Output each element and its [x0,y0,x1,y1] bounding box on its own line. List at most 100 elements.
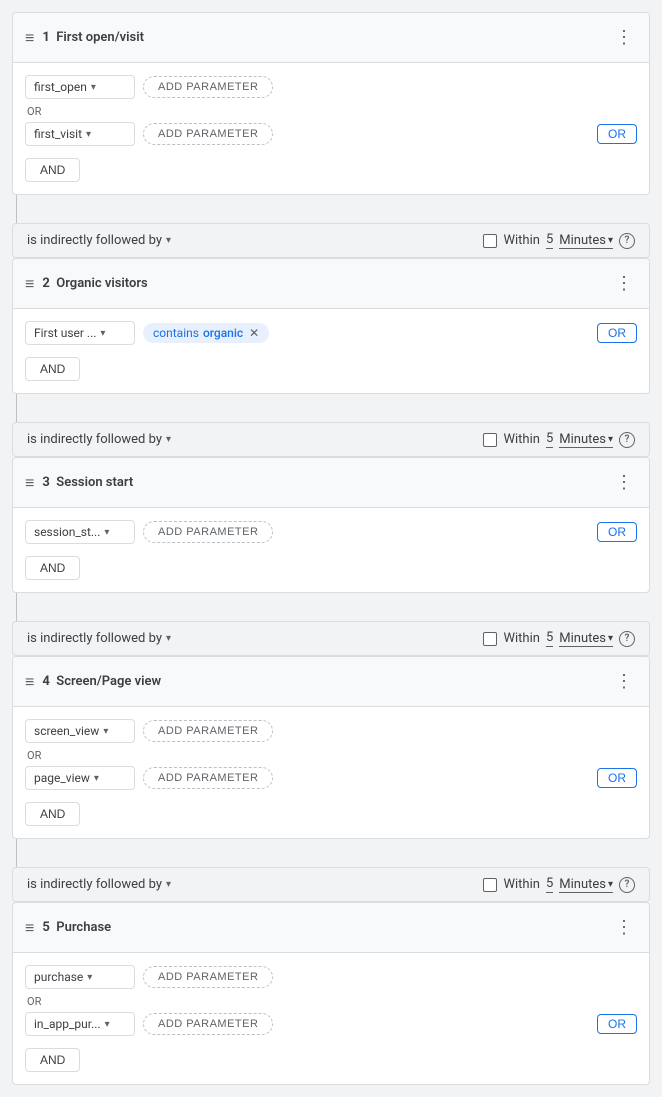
between-block-1: is indirectly followed by ▾ Within 5 Min… [12,223,650,258]
purchase-dropdown[interactable]: purchase ▾ [25,965,135,989]
step-1-header: ≡ 1 First open/visit ⋮ [13,13,649,63]
chevron-down-icon: ▾ [87,972,92,983]
and-button-4[interactable]: AND [25,802,80,826]
add-param-btn-1b[interactable]: ADD PARAMETER [143,123,273,145]
step-1-body: first_open ▾ ADD PARAMETER OR first_visi… [13,63,649,194]
add-param-btn-1a[interactable]: ADD PARAMETER [143,76,273,98]
connector-line-3 [16,593,17,621]
chevron-down-icon: ▾ [94,773,99,784]
within-checkbox-2[interactable] [483,433,497,447]
step-block-3: ≡ 3 Session start ⋮ session_st... ▾ ADD … [12,457,650,593]
within-unit-3[interactable]: Minutes ▾ [559,631,613,647]
between-block-4: is indirectly followed by ▾ Within 5 Min… [12,867,650,902]
screen-view-dropdown[interactable]: screen_view ▾ [25,719,135,743]
event-row-session: session_st... ▾ ADD PARAMETER OR [25,520,637,544]
step-3-header: ≡ 3 Session start ⋮ [13,458,649,508]
connector-wrapper-4 [0,839,662,867]
step-2-more-icon[interactable]: ⋮ [611,269,637,298]
event-row-first-visit: first_visit ▾ ADD PARAMETER OR [25,122,637,146]
chevron-down-icon: ▾ [608,879,613,890]
chevron-down-icon: ▾ [103,726,108,737]
and-button-3[interactable]: AND [25,556,80,580]
first-open-dropdown[interactable]: first_open ▾ [25,75,135,99]
within-unit-2[interactable]: Minutes ▾ [559,432,613,448]
add-param-btn-5a[interactable]: ADD PARAMETER [143,966,273,988]
within-number-1: 5 [546,232,553,249]
step-block-4: ≡ 4 Screen/Page view ⋮ screen_view ▾ ADD… [12,656,650,839]
within-checkbox-4[interactable] [483,878,497,892]
between-block-2: is indirectly followed by ▾ Within 5 Min… [12,422,650,457]
chevron-down-icon: ▾ [608,434,613,445]
in-app-purchase-dropdown[interactable]: in_app_pur... ▾ [25,1012,135,1036]
chevron-down-icon: ▾ [166,633,171,644]
connector-line-4 [16,839,17,867]
chevron-down-icon: ▾ [104,527,109,538]
and-button-2[interactable]: AND [25,357,80,381]
step-1-more-icon[interactable]: ⋮ [611,23,637,52]
help-icon-3[interactable]: ? [619,631,635,647]
help-icon-1[interactable]: ? [619,233,635,249]
contains-chip: contains organic ✕ [143,323,269,343]
within-section-1: Within 5 Minutes ▾ ? [483,232,635,249]
event-row-in-app-purchase: in_app_pur... ▾ ADD PARAMETER OR [25,1012,637,1036]
or-button-1[interactable]: OR [597,124,637,144]
within-unit-1[interactable]: Minutes ▾ [559,233,613,249]
add-param-btn-5b[interactable]: ADD PARAMETER [143,1013,273,1035]
connector-line-2 [16,394,17,422]
within-label-4: Within [503,877,539,892]
within-label-1: Within [503,233,539,248]
within-number-4: 5 [546,876,553,893]
step-3-title: 3 Session start [42,475,611,490]
add-param-btn-4b[interactable]: ADD PARAMETER [143,767,273,789]
or-button-4[interactable]: OR [597,768,637,788]
or-button-2[interactable]: OR [597,323,637,343]
event-row-screen-view: screen_view ▾ ADD PARAMETER [25,719,637,743]
help-icon-4[interactable]: ? [619,877,635,893]
chip-close-icon[interactable]: ✕ [249,326,259,340]
between-dropdown-4[interactable]: is indirectly followed by ▾ [27,877,171,892]
or-button-5[interactable]: OR [597,1014,637,1034]
step-block-5: ≡ 5 Purchase ⋮ purchase ▾ ADD PARAMETER … [12,902,650,1085]
within-section-3: Within 5 Minutes ▾ ? [483,630,635,647]
connector-wrapper-1 [0,195,662,223]
drag-icon: ≡ [25,274,34,294]
within-label-2: Within [503,432,539,447]
and-button-1[interactable]: AND [25,158,80,182]
step-3-body: session_st... ▾ ADD PARAMETER OR AND [13,508,649,592]
step-5-header: ≡ 5 Purchase ⋮ [13,903,649,953]
drag-icon: ≡ [25,672,34,692]
step-5-more-icon[interactable]: ⋮ [611,913,637,942]
event-row-purchase: purchase ▾ ADD PARAMETER [25,965,637,989]
and-button-5[interactable]: AND [25,1048,80,1072]
or-button-3[interactable]: OR [597,522,637,542]
step-block-2: ≡ 2 Organic visitors ⋮ First user ... ▾ … [12,258,650,394]
between-dropdown-2[interactable]: is indirectly followed by ▾ [27,432,171,447]
session-dropdown[interactable]: session_st... ▾ [25,520,135,544]
chevron-down-icon: ▾ [166,879,171,890]
or-label-5: OR [25,995,637,1008]
within-unit-4[interactable]: Minutes ▾ [559,877,613,893]
between-dropdown-1[interactable]: is indirectly followed by ▾ [27,233,171,248]
first-visit-dropdown[interactable]: first_visit ▾ [25,122,135,146]
step-1-title: 1 First open/visit [42,30,611,45]
within-section-2: Within 5 Minutes ▾ ? [483,431,635,448]
add-param-btn-4a[interactable]: ADD PARAMETER [143,720,273,742]
add-param-btn-3[interactable]: ADD PARAMETER [143,521,273,543]
chevron-down-icon: ▾ [166,235,171,246]
within-checkbox-1[interactable] [483,234,497,248]
step-3-more-icon[interactable]: ⋮ [611,468,637,497]
between-dropdown-3[interactable]: is indirectly followed by ▾ [27,631,171,646]
within-section-4: Within 5 Minutes ▾ ? [483,876,635,893]
step-4-title: 4 Screen/Page view [42,674,611,689]
first-user-dropdown[interactable]: First user ... ▾ [25,321,135,345]
step-4-more-icon[interactable]: ⋮ [611,667,637,696]
chevron-down-icon: ▾ [100,328,105,339]
step-2-header: ≡ 2 Organic visitors ⋮ [13,259,649,309]
between-block-3: is indirectly followed by ▾ Within 5 Min… [12,621,650,656]
drag-icon: ≡ [25,28,34,48]
or-label-1: OR [25,105,637,118]
within-checkbox-3[interactable] [483,632,497,646]
page-view-dropdown[interactable]: page_view ▾ [25,766,135,790]
step-4-body: screen_view ▾ ADD PARAMETER OR page_view… [13,707,649,838]
help-icon-2[interactable]: ? [619,432,635,448]
